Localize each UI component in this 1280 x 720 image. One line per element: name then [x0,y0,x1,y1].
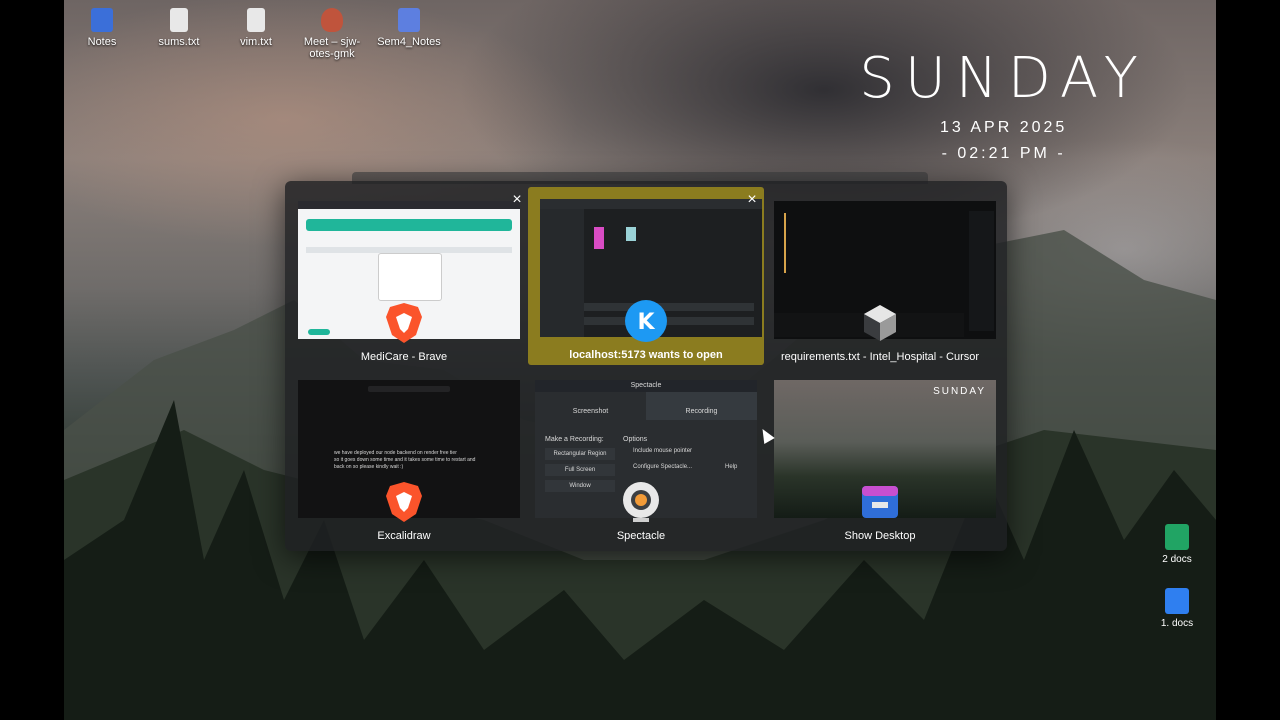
window-tile-excalidraw[interactable]: we have deployed our node backend on ren… [286,368,522,546]
close-icon[interactable]: × [510,192,524,208]
spectacle-btn-configure: Configure Spectacle... [633,464,693,470]
brave-icon [386,482,422,522]
window-tile-label: localhost:5173 wants to open [569,349,723,361]
folder-icon [91,8,113,32]
spectacle-btn-window: Window [545,480,615,492]
desktop-icon-sem4[interactable]: Sem4_Notes [369,8,449,48]
side-icon-docs[interactable]: 1. docs [1147,588,1207,629]
text-file-icon [170,8,188,32]
desktop-clock-widget: SUNDAY 13 APR 2025 - 02:21 PM - [859,46,1148,163]
meet-shortcut-icon [321,8,343,32]
clock-day: SUNDAY [859,46,1148,111]
docs-icon [1165,588,1189,614]
window-tile-spectacle[interactable]: Spectacle Screenshot Recording Make a Re… [523,368,759,546]
desktop-icon-vim[interactable]: vim.txt [216,8,296,48]
window-tile-label: MediCare - Brave [360,351,448,363]
clock-date: 13 APR 2025 [939,119,1068,136]
window-tile-label: Spectacle [616,530,666,542]
spectacle-btn-region: Rectangular Region [545,448,615,460]
window-switcher: MediCare - Brave × K localhost:5173 want… [285,181,1007,551]
desktop-icon-meet[interactable]: Meet – sjw-otes-gmk [292,8,372,60]
window-tile-label: requirements.txt - Intel_Hospital - Curs… [780,351,980,363]
spectacle-options: Options [623,436,648,443]
window-tile-medicare[interactable]: MediCare - Brave × [286,189,522,367]
brave-icon [386,303,422,343]
spectacle-icon [623,482,659,522]
kde-icon: K [625,300,667,342]
svg-text:K: K [637,310,655,335]
window-tile-label: Show Desktop [844,530,916,542]
clock-time: - 02:21 PM - [941,145,1066,162]
spectacle-make-recording: Make a Recording: [545,436,604,443]
spectacle-chk-pointer: Include mouse pointer [633,448,693,454]
text-file-icon [247,8,265,32]
notes-folder-icon [398,8,420,32]
window-tile-label: Excalidraw [377,530,431,542]
mini-clock: SUNDAY [933,386,986,397]
spectacle-tab-recording: Recording [646,392,757,420]
excalidraw-text-line: back on so please kindly wait :) [334,464,404,470]
excalidraw-text-line: we have deployed our node backend on ren… [334,450,457,456]
window-tile-cursor[interactable]: requirements.txt - Intel_Hospital - Curs… [762,189,998,367]
spectacle-btn-help: Help [725,464,738,470]
show-desktop-icon [862,486,898,518]
side-icon-sheets[interactable]: 2 docs [1147,524,1207,565]
desktop-icon-sums[interactable]: sums.txt [139,8,219,48]
excalidraw-text-line: so it goes down some time and it takes s… [334,457,476,463]
window-tile-show-desktop[interactable]: SUNDAY Show Desktop [762,368,998,546]
cursor-icon [864,305,896,341]
desktop-icon-notes[interactable]: Notes [64,8,142,48]
spectacle-tab-screenshot: Screenshot [572,408,609,415]
spectacle-btn-full: Full Screen [545,464,615,476]
spectacle-title: Spectacle [535,380,757,392]
window-tile-localhost[interactable]: K localhost:5173 wants to open × [528,187,764,365]
close-icon[interactable]: × [745,192,759,208]
sheets-icon [1165,524,1189,550]
